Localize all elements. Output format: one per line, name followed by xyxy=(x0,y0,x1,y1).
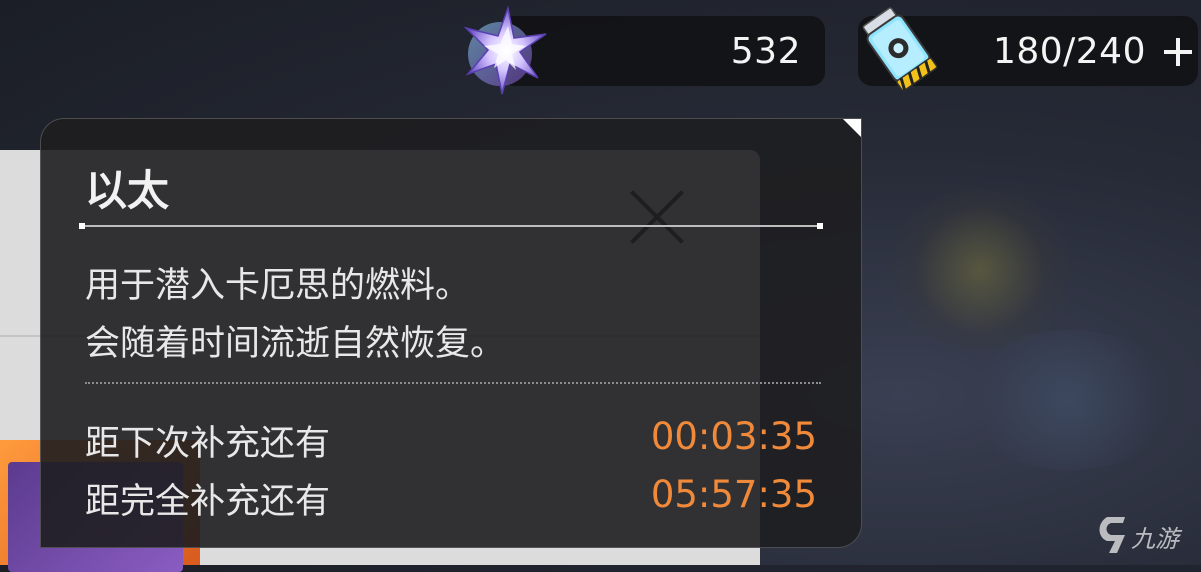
next-refill-timer: 00:03:35 xyxy=(650,415,817,458)
plus-icon[interactable] xyxy=(1164,38,1192,66)
background-glow-secondary xyxy=(960,330,1180,470)
tooltip-description-line: 会随着时间流逝自然恢复。 xyxy=(85,324,506,364)
tooltip-title: 以太 xyxy=(85,166,170,215)
title-divider xyxy=(79,223,823,229)
dotted-divider xyxy=(85,382,821,384)
ether-canister-icon xyxy=(862,7,938,92)
background-glow xyxy=(880,190,1080,350)
star-crystal-icon xyxy=(463,5,547,95)
crystal-count: 532 xyxy=(730,31,801,72)
ether-tooltip: 以太 用于潜入卡厄思的燃料。 会随着时间流逝自然恢复。 距下次补充还有 00:0… xyxy=(40,118,862,548)
tooltip-description-line: 用于潜入卡厄思的燃料。 xyxy=(85,266,471,306)
tooltip-corner-accent xyxy=(843,119,861,137)
next-refill-label: 距下次补充还有 xyxy=(85,424,331,464)
full-refill-timer: 05:57:35 xyxy=(650,473,817,516)
svg-text:九游: 九游 xyxy=(1131,525,1183,553)
full-refill-label: 距完全补充还有 xyxy=(85,482,331,522)
ether-count: 180/240 xyxy=(992,31,1146,72)
jiuyou-logo: 九游 xyxy=(1099,517,1183,553)
